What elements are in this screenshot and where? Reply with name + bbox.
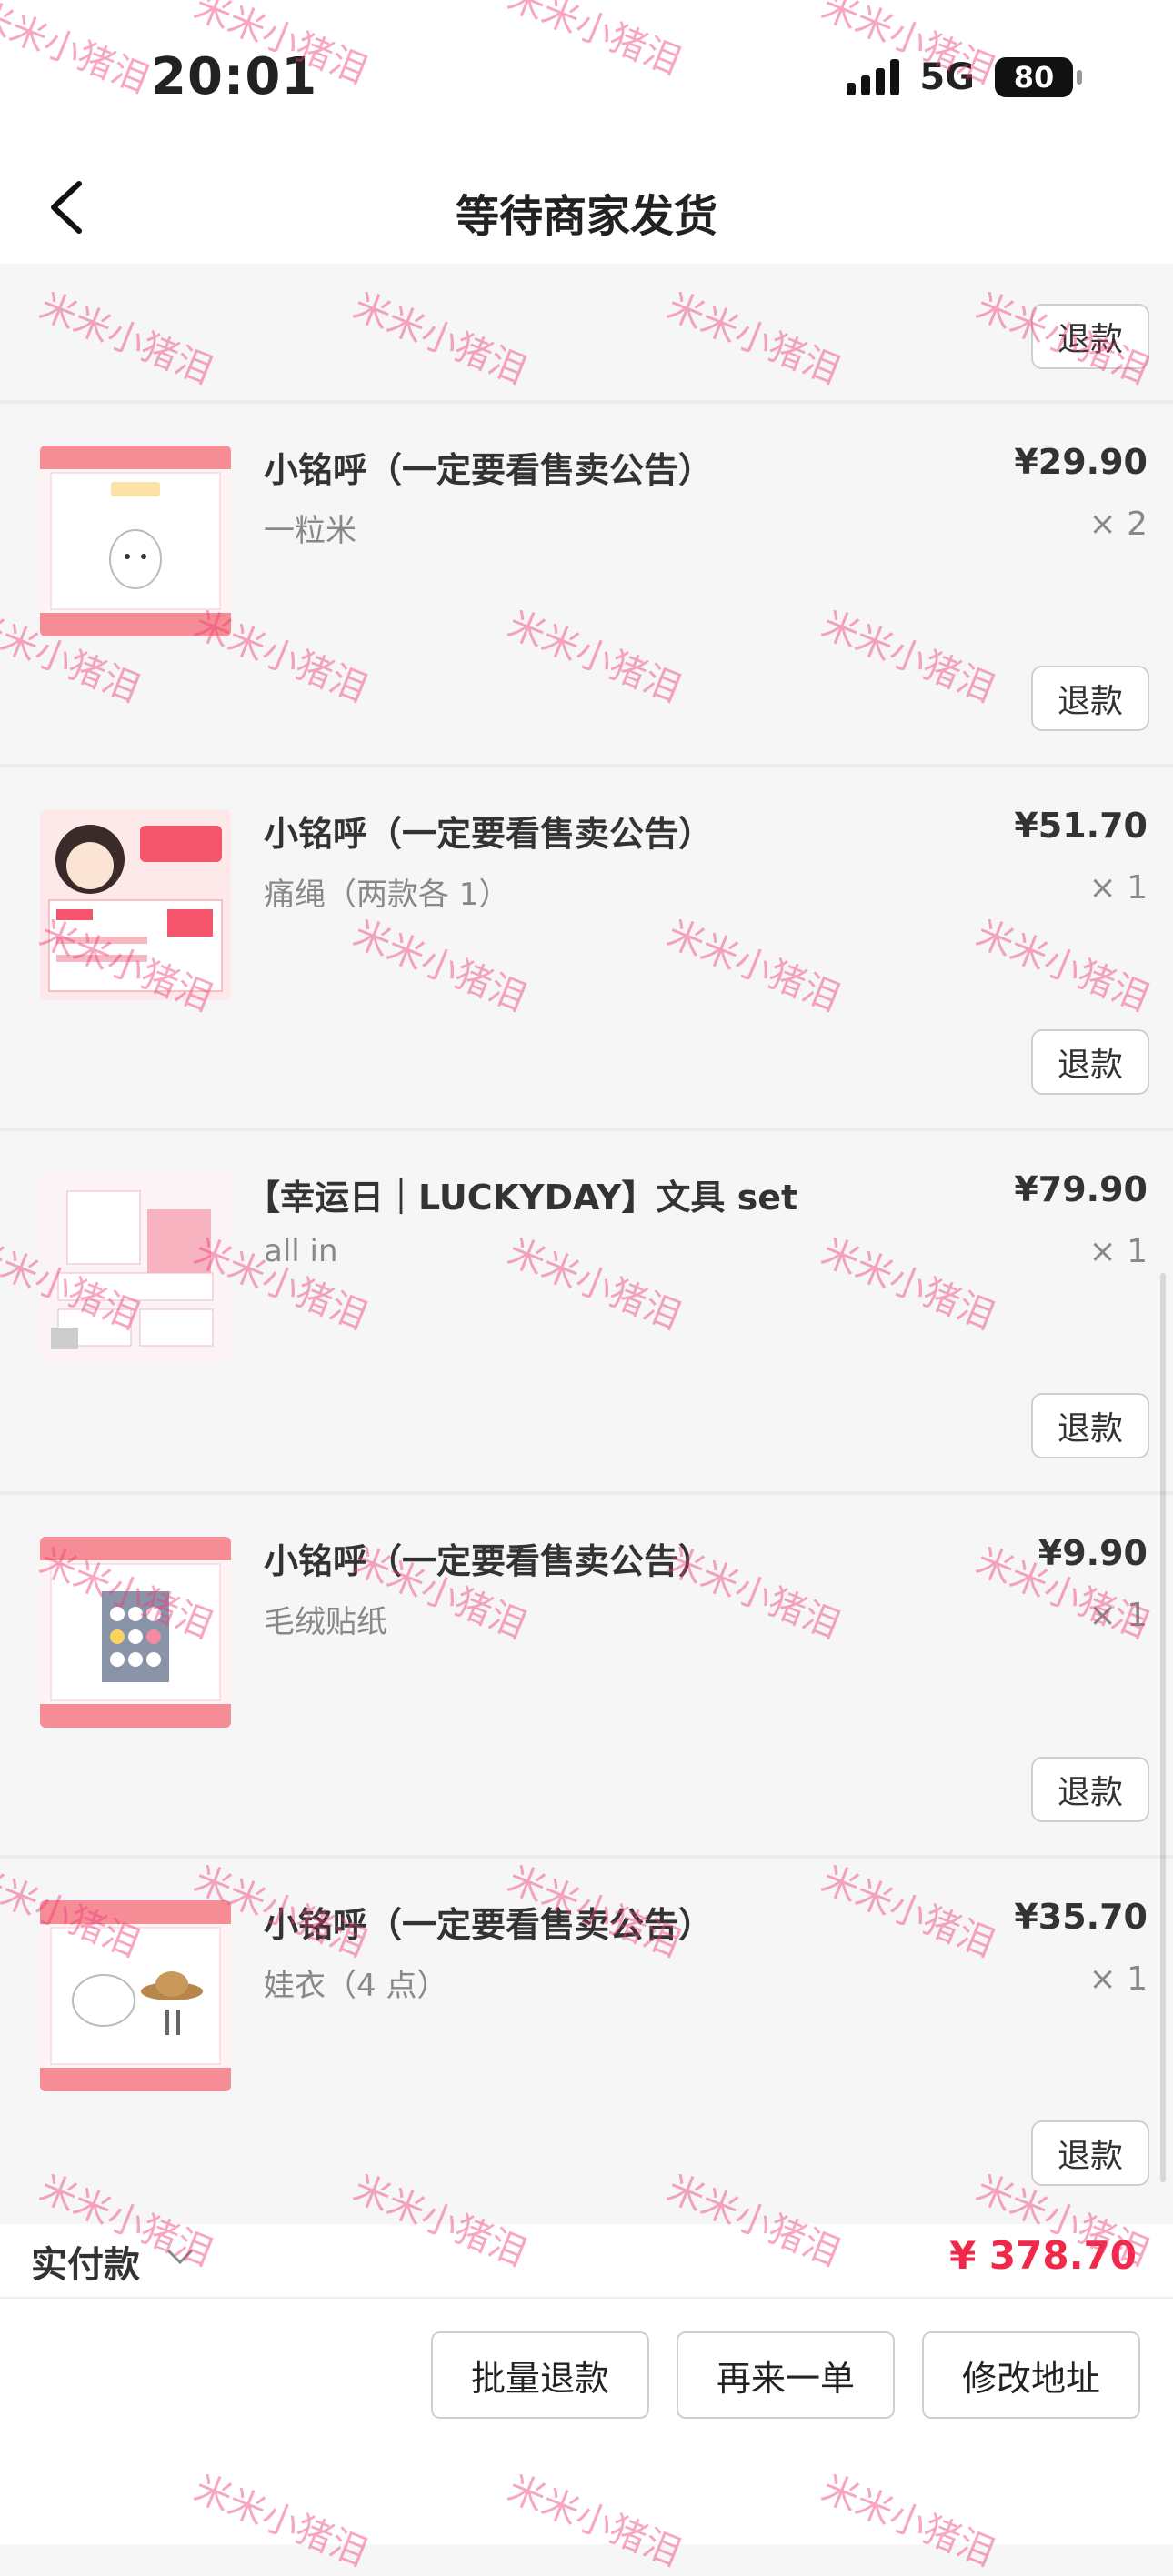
product-title[interactable]: 小铭呼（一定要看售卖公告） xyxy=(264,806,991,856)
product-price: ¥51.70 xyxy=(1014,806,1148,846)
product-thumbnail[interactable] xyxy=(40,809,231,1000)
network-type: 5G xyxy=(919,56,975,98)
payment-summary[interactable]: 实付款 ¥ 378.70 xyxy=(0,2224,1173,2297)
product-spec: 毛绒贴纸 xyxy=(264,1604,387,1640)
product-spec: all in xyxy=(264,1233,338,1269)
product-thumbnail[interactable] xyxy=(40,1173,231,1364)
order-item: 小铭呼（一定要看售卖公告） ¥35.70 娃衣（4 点） × 1 退款 xyxy=(0,1859,1173,2219)
refund-button[interactable]: 退款 xyxy=(1031,666,1149,731)
product-image xyxy=(40,1900,231,2091)
product-image xyxy=(40,1537,231,1728)
refund-button[interactable]: 退款 xyxy=(1031,1393,1149,1458)
product-price: ¥79.90 xyxy=(1014,1169,1148,1209)
order-item-partial: 退款 xyxy=(0,266,1173,400)
bottom-action-bar: 批量退款 再来一单 修改地址 xyxy=(0,2297,1173,2544)
product-title[interactable]: 小铭呼（一定要看售卖公告） xyxy=(264,1533,991,1583)
change-address-button[interactable]: 修改地址 xyxy=(922,2331,1140,2419)
product-price: ¥35.70 xyxy=(1014,1897,1148,1937)
product-quantity: × 1 xyxy=(1088,1960,1148,1998)
product-quantity: × 1 xyxy=(1088,1233,1148,1270)
product-quantity: × 1 xyxy=(1088,869,1148,907)
product-thumbnail[interactable] xyxy=(40,446,231,636)
nav-bar: 等待商家发货 xyxy=(0,155,1173,264)
chevron-down-icon[interactable] xyxy=(164,2244,196,2271)
battery-level: 80 xyxy=(1013,60,1055,95)
signal-icon xyxy=(847,59,900,95)
order-item: 小铭呼（一定要看售卖公告） ¥51.70 痛绳（两款各 1） × 1 退款 xyxy=(0,767,1173,1128)
page-title: 等待商家发货 xyxy=(455,191,717,242)
product-thumbnail[interactable] xyxy=(40,1537,231,1728)
order-item: 小铭呼（一定要看售卖公告） ¥9.90 毛绒贴纸 × 1 退款 xyxy=(0,1495,1173,1855)
product-quantity: × 1 xyxy=(1088,1597,1148,1634)
product-spec: 娃衣（4 点） xyxy=(264,1968,448,2004)
product-price: ¥9.90 xyxy=(1038,1533,1148,1573)
refund-button[interactable]: 退款 xyxy=(1031,2120,1149,2186)
product-image xyxy=(40,809,231,1000)
order-item: 小铭呼（一定要看售卖公告） ¥29.90 一粒米 × 2 退款 xyxy=(0,404,1173,764)
scrollbar[interactable] xyxy=(1160,1273,1166,2182)
product-image xyxy=(40,446,231,636)
product-price: ¥29.90 xyxy=(1014,442,1148,482)
refund-button[interactable]: 退款 xyxy=(1031,1757,1149,1822)
status-time: 20:01 xyxy=(151,47,318,106)
product-image xyxy=(40,1173,231,1364)
product-thumbnail[interactable] xyxy=(40,1900,231,2091)
status-bar: 20:01 5G 80 xyxy=(0,0,1173,155)
refund-button[interactable]: 退款 xyxy=(1031,304,1149,369)
product-title[interactable]: 【幸运日｜LUCKYDAY】文具 set xyxy=(246,1169,973,1219)
status-indicators: 5G 80 xyxy=(847,56,1082,98)
total-amount: ¥ 378.70 xyxy=(949,2233,1137,2278)
reorder-button[interactable]: 再来一单 xyxy=(677,2331,895,2419)
product-quantity: × 2 xyxy=(1088,506,1148,543)
summary-label: 实付款 xyxy=(31,2244,140,2286)
product-spec: 一粒米 xyxy=(264,513,356,549)
refund-button[interactable]: 退款 xyxy=(1031,1029,1149,1095)
product-spec: 痛绳（两款各 1） xyxy=(264,877,510,913)
battery-icon: 80 xyxy=(995,57,1082,97)
batch-refund-button[interactable]: 批量退款 xyxy=(431,2331,649,2419)
product-title[interactable]: 小铭呼（一定要看售卖公告） xyxy=(264,1897,991,1947)
product-title[interactable]: 小铭呼（一定要看售卖公告） xyxy=(264,442,991,492)
order-item: 【幸运日｜LUCKYDAY】文具 set ¥79.90 all in × 1 退… xyxy=(0,1131,1173,1491)
